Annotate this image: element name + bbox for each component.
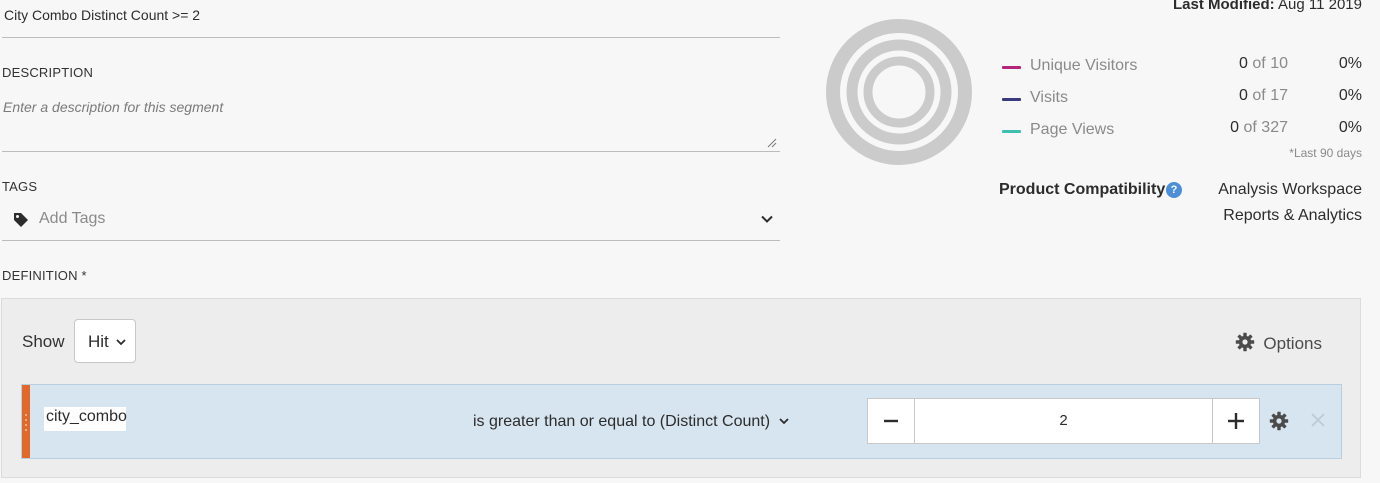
definition-label: DEFINITION *	[2, 268, 87, 283]
show-scope-value: Hit	[88, 332, 109, 351]
gear-icon	[1236, 332, 1255, 352]
show-scope-select[interactable]: Hit	[74, 319, 136, 363]
definition-panel: Show Hit Options city_combo is greater t…	[1, 298, 1361, 478]
metric-percent: 0%	[1338, 119, 1362, 136]
metric-unique-visitors: Unique Visitors 0 of 10 0%	[1002, 55, 1362, 79]
description-placeholder: Enter a description for this segment	[3, 99, 224, 115]
chevron-down-icon	[116, 339, 126, 346]
metric-visits: Visits 0 of 17 0%	[1002, 87, 1362, 111]
last-modified-label: Last Modified:	[1173, 0, 1275, 13]
last-modified-value: Aug 11 2019	[1278, 0, 1362, 13]
chevron-down-icon	[779, 418, 790, 425]
tags-placeholder: Add Tags	[39, 210, 106, 227]
metric-name: Visits	[1030, 89, 1068, 106]
metric-count: 0 of 327	[1230, 119, 1288, 136]
value-stepper[interactable]: 2	[867, 398, 1260, 444]
gear-icon[interactable]	[1269, 411, 1289, 431]
help-icon[interactable]: ?	[1166, 182, 1182, 198]
show-label: Show	[22, 332, 65, 351]
resize-grip-icon[interactable]	[767, 138, 777, 148]
tag-icon	[14, 213, 28, 227]
last-modified: Last Modified: Aug 11 2019	[1173, 0, 1362, 13]
metric-percent: 0%	[1338, 55, 1362, 72]
period-note: *Last 90 days	[1289, 146, 1362, 160]
summary-rings-chart	[826, 19, 972, 165]
drag-dots-icon	[25, 414, 27, 431]
decrement-button[interactable]	[868, 399, 915, 443]
rule-operator-dropdown[interactable]: is greater than or equal to (Distinct Co…	[473, 413, 790, 431]
increment-button[interactable]	[1212, 399, 1259, 443]
drag-handle[interactable]	[22, 385, 30, 458]
metric-name: Unique Visitors	[1030, 57, 1138, 74]
plus-icon	[1228, 413, 1244, 429]
description-label: DESCRIPTION	[2, 65, 94, 80]
tags-dropdown[interactable]: Add Tags	[2, 202, 780, 241]
metric-page-views: Page Views 0 of 327 0%	[1002, 119, 1362, 143]
tags-label: TAGS	[2, 179, 38, 194]
legend-swatch	[1002, 130, 1021, 133]
rule-operator-label: is greater than or equal to (Distinct Co…	[473, 413, 771, 430]
metric-name: Page Views	[1030, 121, 1115, 138]
segment-title-input[interactable]: City Combo Distinct Count >= 2	[2, 0, 780, 38]
description-textarea[interactable]: Enter a description for this segment	[2, 92, 780, 152]
product-compatibility-label: Product Compatibility	[999, 181, 1166, 198]
close-icon[interactable]	[1309, 411, 1327, 429]
options-label: Options	[1263, 334, 1322, 353]
metric-percent: 0%	[1338, 87, 1362, 104]
legend-swatch	[1002, 98, 1021, 101]
options-button[interactable]: Options	[1235, 332, 1322, 354]
compat-item: Analysis Workspace	[1218, 181, 1362, 198]
value-input[interactable]: 2	[914, 399, 1213, 443]
compat-item: Reports & Analytics	[1223, 207, 1362, 224]
minus-icon	[884, 419, 898, 423]
chevron-down-icon[interactable]	[760, 212, 774, 226]
rule-row[interactable]: city_combo is greater than or equal to (…	[21, 384, 1342, 459]
rule-dimension[interactable]: city_combo	[44, 407, 127, 431]
metric-count: 0 of 10	[1239, 55, 1288, 72]
legend-swatch	[1002, 66, 1021, 69]
metric-count: 0 of 17	[1239, 87, 1288, 104]
